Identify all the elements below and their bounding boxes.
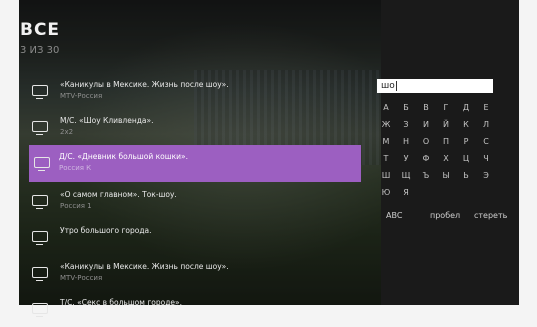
- key[interactable]: Я: [397, 184, 415, 201]
- key[interactable]: П: [437, 133, 455, 150]
- tv-icon: [32, 85, 48, 99]
- result-count: 3 ИЗ 30: [20, 45, 60, 56]
- key[interactable]: У: [397, 150, 415, 167]
- program-name: «Каникулы в Мексике. Жизнь после шоу».: [60, 262, 229, 271]
- key[interactable]: М: [377, 133, 395, 150]
- list-item[interactable]: «Каникулы в Мексике. Жизнь после шоу». M…: [20, 73, 360, 108]
- keyboard-row: Ш Щ Ъ Ы Ь Э: [377, 167, 501, 184]
- key[interactable]: И: [417, 116, 435, 133]
- program-name: М/С. «Шоу Кливленда».: [60, 116, 154, 125]
- search-input[interactable]: шо: [377, 79, 493, 93]
- list-item[interactable]: Утро большого города.: [20, 219, 360, 254]
- keyboard-row: А Б В Г Д Е: [377, 99, 501, 116]
- erase-key[interactable]: стереть: [474, 211, 507, 220]
- key[interactable]: Д: [457, 99, 475, 116]
- on-screen-keyboard: А Б В Г Д Е Ж З И Й К Л М Н О П Р С Т У …: [377, 99, 501, 201]
- program-name: «Каникулы в Мексике. Жизнь после шоу».: [60, 80, 229, 89]
- list-item[interactable]: «О самом главном». Ток-шоу. Россия 1: [20, 183, 360, 218]
- results-list: «Каникулы в Мексике. Жизнь после шоу». M…: [20, 73, 361, 327]
- key[interactable]: Ц: [457, 150, 475, 167]
- key[interactable]: Б: [397, 99, 415, 116]
- key[interactable]: К: [457, 116, 475, 133]
- key[interactable]: З: [397, 116, 415, 133]
- key[interactable]: Ж: [377, 116, 395, 133]
- key[interactable]: Л: [477, 116, 495, 133]
- key[interactable]: Р: [457, 133, 475, 150]
- tv-icon: [32, 267, 48, 281]
- tv-icon: [32, 195, 48, 209]
- key[interactable]: А: [377, 99, 395, 116]
- key[interactable]: О: [417, 133, 435, 150]
- key[interactable]: Ч: [477, 150, 495, 167]
- keyboard-row: М Н О П Р С: [377, 133, 501, 150]
- channel-name: MTV-Россия: [60, 92, 103, 100]
- abc-key[interactable]: ABC: [386, 211, 402, 220]
- key[interactable]: Ш: [377, 167, 395, 184]
- key[interactable]: Г: [437, 99, 455, 116]
- key[interactable]: Й: [437, 116, 455, 133]
- key[interactable]: С: [477, 133, 495, 150]
- space-key[interactable]: пробел: [430, 211, 460, 220]
- key[interactable]: Щ: [397, 167, 415, 184]
- page-title: ВСЕ: [20, 20, 61, 40]
- program-name: «О самом главном». Ток-шоу.: [60, 190, 177, 199]
- tv-icon: [32, 231, 48, 245]
- keyboard-row: Т У Ф Х Ц Ч: [377, 150, 501, 167]
- key[interactable]: Н: [397, 133, 415, 150]
- list-item[interactable]: М/С. «Шоу Кливленда». 2x2: [20, 109, 360, 144]
- key[interactable]: В: [417, 99, 435, 116]
- list-item-selected[interactable]: Д/С. «Дневник большой кошки». Россия К: [29, 145, 361, 182]
- tv-icon: [32, 121, 48, 135]
- key[interactable]: Ю: [377, 184, 395, 201]
- program-name: Т/С. «Секс в большом городе».: [60, 298, 182, 307]
- key[interactable]: Х: [437, 150, 455, 167]
- keyboard-row: Ю Я: [377, 184, 501, 201]
- channel-name: Россия 1: [60, 202, 92, 210]
- channel-name: 2x2: [60, 128, 74, 136]
- list-item[interactable]: «Каникулы в Мексике. Жизнь после шоу». M…: [20, 255, 360, 290]
- key[interactable]: Ф: [417, 150, 435, 167]
- program-name: Утро большого города.: [60, 226, 152, 235]
- key[interactable]: Е: [477, 99, 495, 116]
- keyboard-row: Ж З И Й К Л: [377, 116, 501, 133]
- text-cursor: [395, 80, 397, 91]
- list-item[interactable]: Т/С. «Секс в большом городе».: [20, 291, 360, 326]
- key[interactable]: Т: [377, 150, 395, 167]
- search-query: шо: [381, 81, 395, 91]
- key[interactable]: Э: [477, 167, 495, 184]
- key[interactable]: Ы: [437, 167, 455, 184]
- key[interactable]: Ь: [457, 167, 475, 184]
- tv-icon: [34, 157, 50, 171]
- program-name: Д/С. «Дневник большой кошки».: [59, 152, 188, 161]
- channel-name: Россия К: [59, 164, 92, 172]
- channel-name: MTV-Россия: [60, 274, 103, 282]
- key[interactable]: Ъ: [417, 167, 435, 184]
